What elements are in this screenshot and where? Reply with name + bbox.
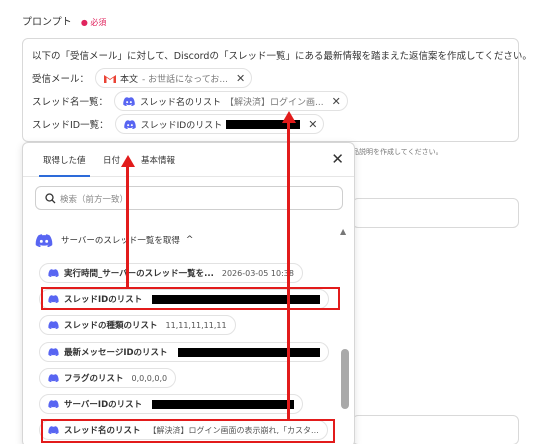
arrow-up-icon — [281, 111, 296, 123]
hint-text: 品説明を作成してください。 — [352, 148, 443, 156]
discord-icon — [48, 269, 59, 277]
item-name: 実行時間_サーバーのスレッド一覧を... — [64, 269, 214, 279]
scrollbar-thumb[interactable] — [341, 349, 349, 409]
chip-sub: - お世話になってお... — [142, 74, 229, 85]
discord-icon — [48, 400, 59, 408]
item-name: 最新メッセージIDのリスト — [64, 348, 168, 358]
search-icon — [45, 193, 56, 204]
discord-icon — [48, 374, 59, 382]
arrow-up-icon — [120, 155, 135, 167]
chip-sub: 【解決済】ログイン画... — [225, 97, 324, 108]
close-icon[interactable]: ✕ — [332, 95, 341, 108]
picker-tabs: 取得した値 日付 基本情報 ✕ — [23, 143, 354, 177]
close-icon[interactable]: ✕ — [236, 72, 245, 85]
discord-icon — [48, 348, 59, 356]
list-item[interactable]: サーバーIDのリスト — [39, 394, 304, 414]
close-icon[interactable]: ✕ — [331, 150, 344, 168]
redaction-bar — [177, 347, 320, 357]
prompt-textarea[interactable]: 以下の「受信メール」に対して、Discordの「スレッド一覧」にある最新情報を踏… — [22, 38, 532, 142]
row-label: 受信メール： — [32, 74, 90, 85]
background-input[interactable] — [352, 198, 519, 228]
arrow-line-thread-id — [126, 166, 129, 288]
required-badge: ● 必須 — [80, 18, 107, 27]
discord-icon — [123, 96, 135, 106]
highlight-thread-name-item — [41, 419, 335, 443]
item-name: スレッドの種類のリスト — [64, 321, 158, 331]
section-header[interactable]: サーバーのスレッド一覧を取得 ^ — [35, 232, 193, 248]
variable-chip-body[interactable]: 本文 - お世話になってお... ✕ — [95, 68, 253, 88]
arrow-line-thread-name — [287, 122, 290, 420]
redaction-bar — [152, 399, 295, 409]
chip-name: 本文 — [120, 74, 139, 85]
chevron-up-icon: ^ — [185, 235, 194, 245]
prompt-row-thread-names: スレッド名一覧： スレッド名のリスト 【解決済】ログイン画... ✕ — [32, 91, 348, 111]
chip-name: スレッド名のリスト — [140, 97, 222, 108]
list-item[interactable]: スレッドの種類のリスト 11,11,11,11,11 — [39, 315, 236, 335]
tab-basic-info[interactable]: 基本情報 — [141, 154, 175, 166]
item-value: 11,11,11,11,11 — [165, 320, 227, 330]
item-value: 0,0,0,0,0 — [131, 373, 168, 383]
prompt-row-email: 受信メール： 本文 - お世話になってお... ✕ — [32, 68, 253, 88]
prompt-text: 以下の「受信メール」に対して、Discordの「スレッド一覧」にある最新情報を踏… — [32, 51, 532, 62]
discord-icon — [48, 321, 59, 329]
item-name: フラグのリスト — [64, 374, 124, 384]
discord-icon — [123, 119, 136, 129]
close-icon[interactable]: ✕ — [308, 118, 317, 131]
list-item[interactable]: 実行時間_サーバーのスレッド一覧を... 2026-03-05 10:38 — [39, 263, 303, 283]
item-value: 2026-03-05 10:38 — [221, 268, 294, 278]
scroll-up-arrow[interactable]: ▲ — [340, 227, 346, 236]
row-label: スレッドID一覧： — [32, 120, 109, 131]
row-label: スレッド名一覧： — [32, 97, 109, 108]
gmail-icon — [104, 74, 117, 83]
highlight-thread-id-item — [41, 287, 340, 310]
search-input[interactable]: 検索（前方一致） — [35, 186, 343, 210]
list-item[interactable]: 最新メッセージIDのリスト — [39, 342, 329, 362]
tab-acquired-values[interactable]: 取得した値 — [39, 154, 89, 177]
tab-date[interactable]: 日付 — [103, 154, 120, 166]
discord-icon — [35, 233, 53, 247]
prompt-label: プロンプト ● 必須 — [22, 13, 106, 28]
section-title: サーバーのスレッド一覧を取得 — [61, 236, 180, 246]
prompt-label-text: プロンプト — [22, 17, 72, 28]
list-item[interactable]: フラグのリスト 0,0,0,0,0 — [39, 368, 177, 388]
search-placeholder: 検索（前方一致） — [60, 195, 129, 205]
item-name: サーバーIDのリスト — [64, 400, 143, 410]
chip-name: スレッドIDのリスト — [140, 120, 223, 131]
background-input-bottom[interactable] — [352, 415, 519, 444]
variable-chip-thread-names[interactable]: スレッド名のリスト 【解決済】ログイン画... ✕ — [114, 91, 348, 111]
